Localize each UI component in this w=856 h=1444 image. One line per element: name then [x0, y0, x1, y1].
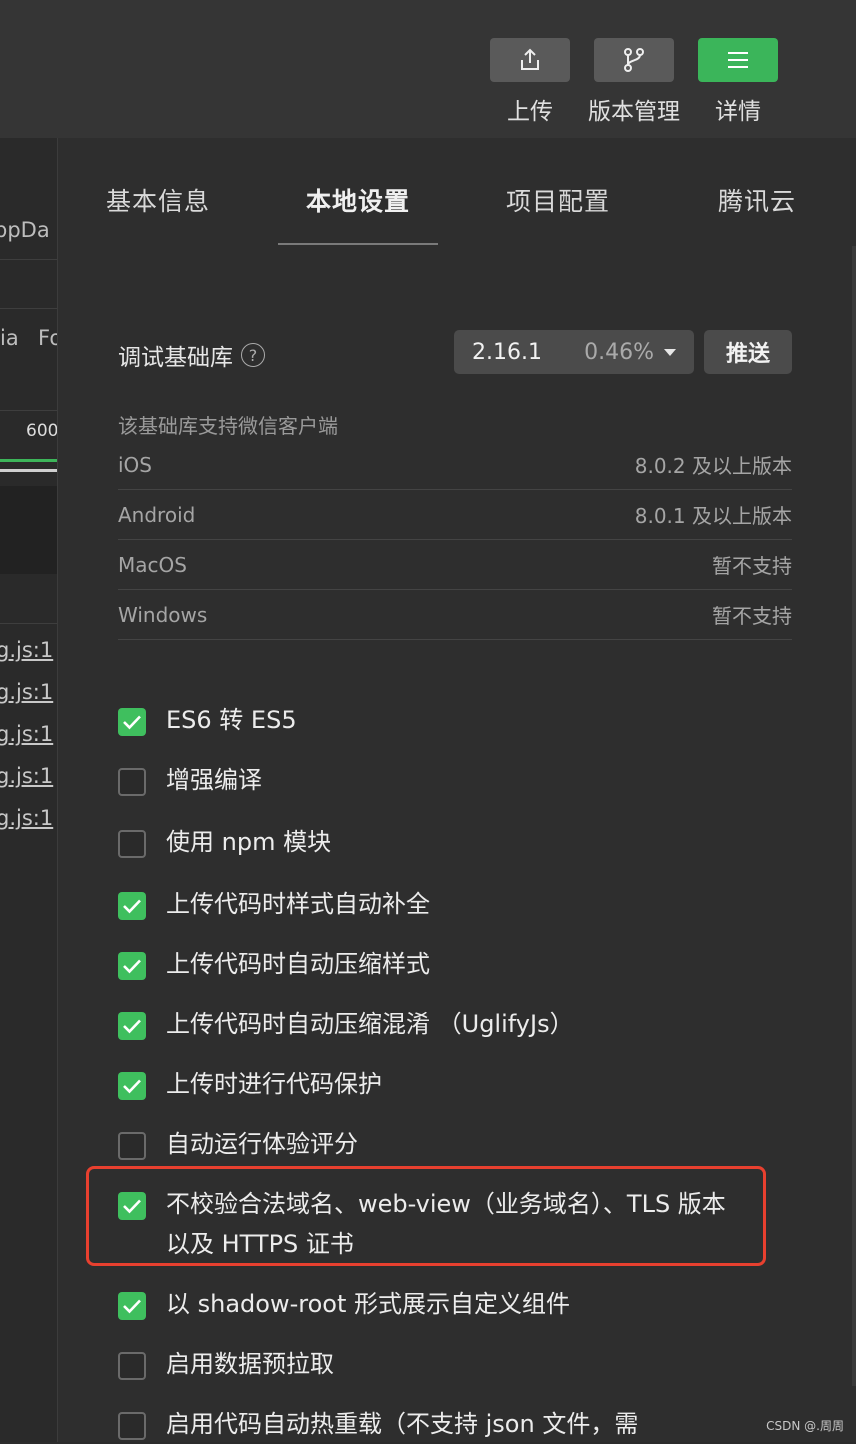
option-label: 自动运行体验评分 — [166, 1130, 358, 1158]
support-platform: iOS — [118, 452, 152, 477]
option-es6-to-es5[interactable]: ES6 转 ES5 — [118, 706, 778, 740]
left-fragment-media: ia — [0, 326, 19, 350]
option-data-prefetch[interactable]: 启用数据预拉取 — [118, 1350, 778, 1384]
checkbox-checked[interactable] — [118, 952, 146, 980]
support-value: 8.0.1 及以上版本 — [634, 504, 792, 528]
help-icon[interactable]: ? — [241, 343, 265, 367]
option-shadow-root[interactable]: 以 shadow-root 形式展示自定义组件 — [118, 1290, 778, 1324]
checkbox-checked[interactable] — [118, 892, 146, 920]
option-npm-module[interactable]: 使用 npm 模块 — [118, 828, 778, 862]
console-link[interactable]: g.js:1 — [0, 638, 53, 662]
option-label: 上传代码时自动压缩混淆 （UglifyJs） — [166, 1010, 574, 1038]
scrollbar[interactable] — [852, 246, 856, 1386]
support-value: 暂不支持 — [712, 554, 792, 578]
support-platform: Windows — [118, 602, 208, 627]
option-label: ES6 转 ES5 — [166, 706, 297, 734]
check-icon — [123, 899, 141, 914]
support-row: iOS 8.0.2 及以上版本 — [118, 440, 792, 490]
support-note: 该基础库支持微信客户端 — [118, 414, 338, 438]
option-enhanced-compile[interactable]: 增强编译 — [118, 766, 778, 800]
support-row: Windows 暂不支持 — [118, 590, 792, 640]
support-value: 8.0.2 及以上版本 — [634, 454, 792, 478]
debug-lib-row: 调试基础库 ? — [118, 338, 265, 372]
checkbox-unchecked[interactable] — [118, 1412, 146, 1440]
checkbox-checked[interactable] — [118, 1012, 146, 1040]
left-panel: ppDa ia Fo 600 g.js:1 g.js:1 g.js:1 g.js… — [0, 138, 58, 1442]
divider — [0, 623, 57, 624]
option-label: 启用代码自动热重载（不支持 json 文件，需 — [166, 1410, 639, 1438]
option-label: 使用 npm 模块 — [166, 828, 332, 856]
divider — [0, 259, 57, 260]
top-toolbar: 上传 版本管理 详情 — [0, 0, 856, 138]
version-percent: 0.46% — [584, 339, 654, 365]
checkbox-checked[interactable] — [118, 708, 146, 736]
option-code-protect[interactable]: 上传时进行代码保护 — [118, 1070, 778, 1104]
upload-button[interactable] — [490, 38, 570, 82]
tab-local-settings[interactable]: 本地设置 — [306, 182, 410, 218]
branch-icon — [624, 48, 644, 72]
console-link[interactable]: g.js:1 — [0, 722, 53, 746]
support-platform: Android — [118, 502, 196, 527]
check-icon — [123, 1079, 141, 1094]
tab-tencent-cloud[interactable]: 腾讯云 — [718, 182, 796, 218]
upload-label: 上传 — [507, 99, 553, 125]
support-value: 暂不支持 — [712, 604, 792, 628]
option-label: 上传时进行代码保护 — [166, 1070, 382, 1098]
divider — [0, 308, 57, 309]
checkbox-unchecked[interactable] — [118, 1132, 146, 1160]
chevron-down-icon — [664, 348, 676, 356]
check-icon — [123, 1299, 141, 1314]
active-tab-indicator — [278, 243, 438, 245]
progress-line — [0, 459, 57, 462]
check-icon — [123, 1019, 141, 1034]
support-platform: MacOS — [118, 552, 187, 577]
tab-project-config[interactable]: 项目配置 — [506, 182, 610, 218]
highlight-annotation — [86, 1166, 766, 1266]
checkbox-unchecked[interactable] — [118, 1352, 146, 1380]
left-fragment-value: 600 — [26, 421, 58, 441]
details-label: 详情 — [715, 99, 761, 125]
progress-line — [0, 469, 57, 472]
option-minify-style[interactable]: 上传代码时自动压缩样式 — [118, 950, 778, 984]
option-label: 上传代码时样式自动补全 — [166, 890, 430, 918]
support-row: MacOS 暂不支持 — [118, 540, 792, 590]
option-label: 上传代码时自动压缩样式 — [166, 950, 430, 978]
checkbox-unchecked[interactable] — [118, 830, 146, 858]
version-value: 2.16.1 — [472, 339, 542, 365]
debug-lib-label: 调试基础库 — [118, 345, 233, 371]
support-row: Android 8.0.1 及以上版本 — [118, 490, 792, 540]
option-style-autoprefix[interactable]: 上传代码时样式自动补全 — [118, 890, 778, 924]
checkbox-checked[interactable] — [118, 1072, 146, 1100]
console-link[interactable]: g.js:1 — [0, 764, 53, 788]
push-button[interactable]: 推送 — [704, 330, 792, 374]
option-hot-reload[interactable]: 启用代码自动热重载（不支持 json 文件，需 — [118, 1410, 778, 1444]
version-management-label: 版本管理 — [588, 99, 680, 125]
console-link[interactable]: g.js:1 — [0, 680, 53, 704]
checkbox-checked[interactable] — [118, 1292, 146, 1320]
check-icon — [123, 715, 141, 730]
option-label: 以 shadow-root 形式展示自定义组件 — [166, 1290, 571, 1318]
check-icon — [123, 959, 141, 974]
console-link[interactable]: g.js:1 — [0, 806, 53, 830]
left-fragment-appdata: ppDa — [0, 218, 50, 242]
details-button[interactable] — [698, 38, 778, 82]
option-label: 增强编译 — [166, 766, 262, 794]
version-select[interactable]: 2.16.1 0.46% — [454, 330, 694, 374]
tab-basic-info[interactable]: 基本信息 — [106, 182, 210, 218]
checkbox-unchecked[interactable] — [118, 768, 146, 796]
option-uglify[interactable]: 上传代码时自动压缩混淆 （UglifyJs） — [118, 1010, 778, 1044]
left-fragment-fo: Fo — [38, 326, 57, 350]
upload-icon — [521, 48, 539, 70]
left-dark-block — [0, 486, 57, 574]
menu-icon — [728, 52, 748, 68]
version-management-button[interactable] — [594, 38, 674, 82]
option-auto-audit[interactable]: 自动运行体验评分 — [118, 1130, 778, 1164]
watermark: CSDN @.周周 — [766, 1419, 844, 1433]
option-label: 启用数据预拉取 — [166, 1350, 334, 1378]
divider — [0, 410, 57, 411]
